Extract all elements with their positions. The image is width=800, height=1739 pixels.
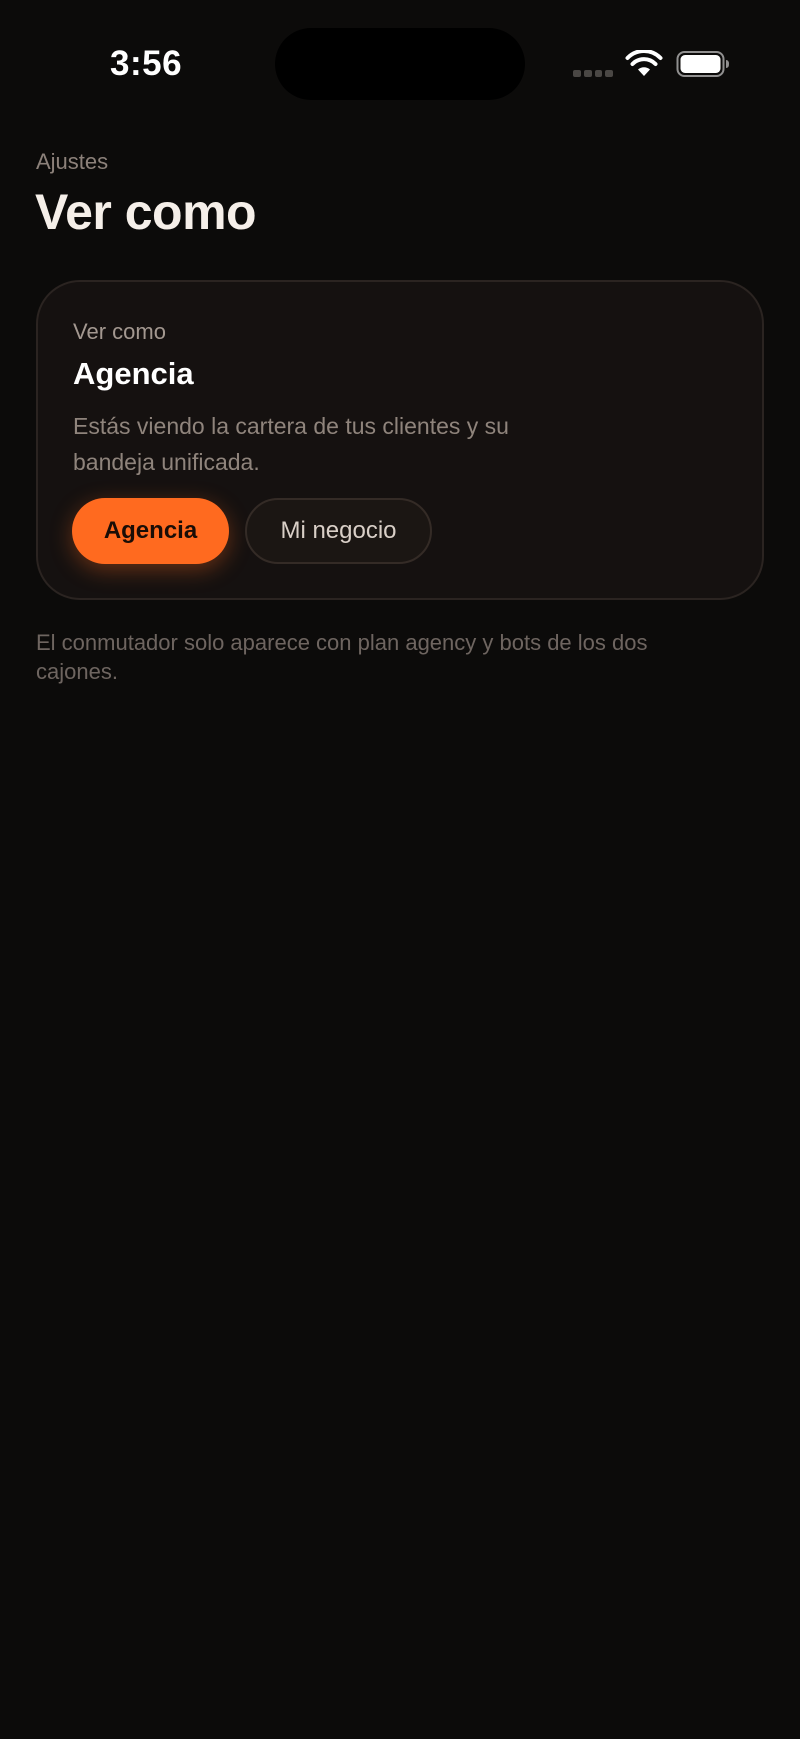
page-title: Ver como: [35, 184, 257, 240]
dynamic-island: [275, 28, 525, 100]
status-time: 3:56: [110, 44, 183, 83]
footnote: El conmutador solo aparece con plan agen…: [36, 630, 648, 684]
battery-icon: [676, 51, 729, 77]
wifi-icon: [625, 50, 663, 76]
card-description: Estás viendo la cartera de tus clientes …: [73, 413, 509, 475]
view-as-card: Ver como Agencia Estás viendo la cartera…: [36, 280, 764, 600]
breadcrumb[interactable]: Ajustes: [36, 149, 108, 175]
status-bar: 3:56: [0, 0, 800, 130]
agency-button[interactable]: Agencia: [72, 498, 229, 564]
card-label: Ver como: [73, 319, 166, 344]
signal-icon: [573, 70, 613, 78]
my-business-button[interactable]: Mi negocio: [245, 498, 432, 564]
settings-screen: 3:56 Ajustes Ver como Ver como Agencia E…: [0, 0, 800, 1739]
card-title: Agencia: [73, 356, 194, 391]
